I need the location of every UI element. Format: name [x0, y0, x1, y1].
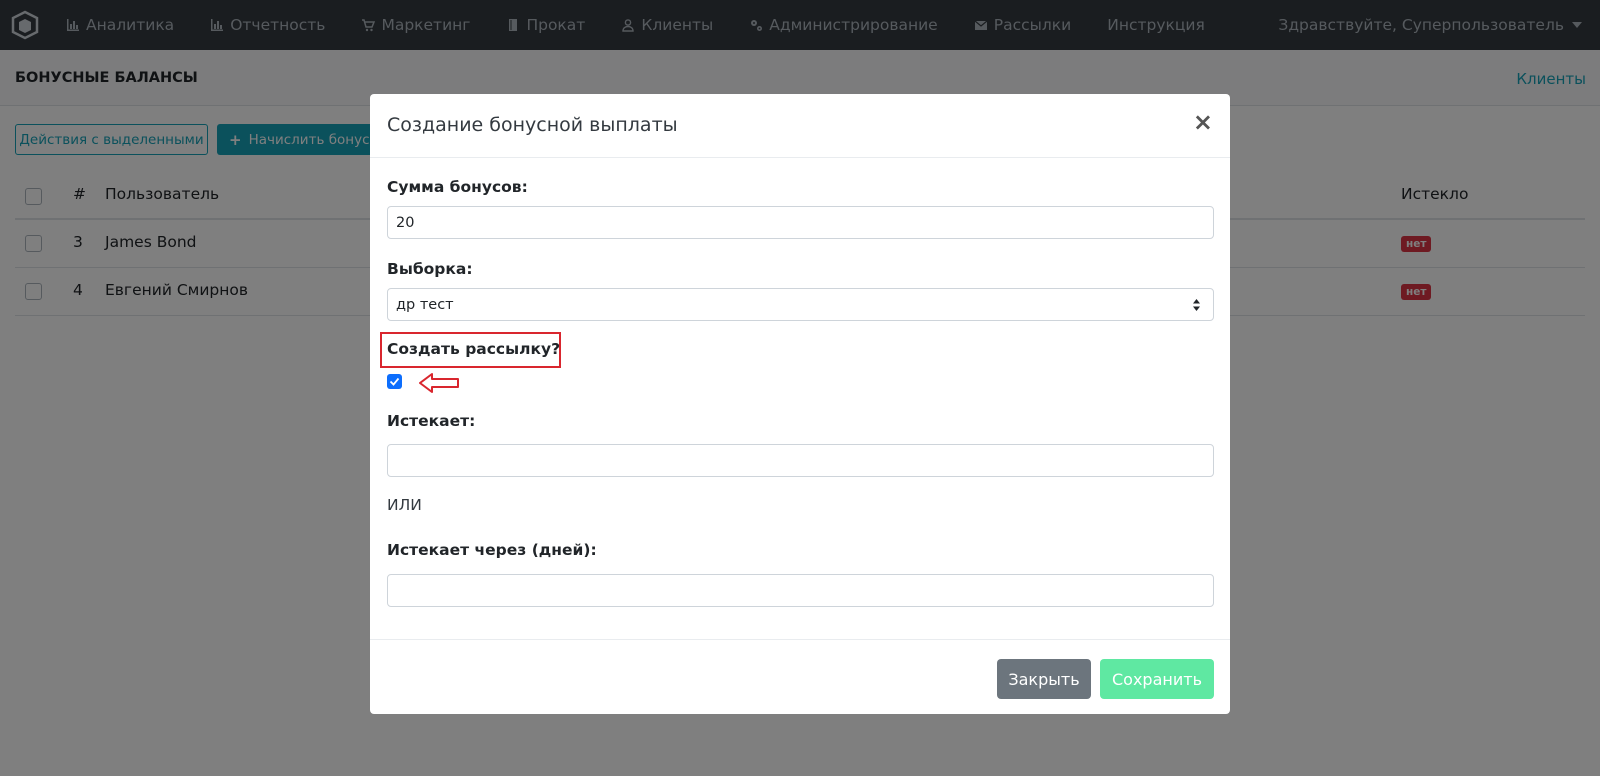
- expires-label: Истекает:: [387, 412, 476, 430]
- amount-value: 20: [396, 214, 415, 231]
- save-button[interactable]: Сохранить: [1100, 659, 1214, 699]
- create-mailing-checkbox[interactable]: [387, 374, 402, 389]
- modal-footer: Закрыть Сохранить: [370, 639, 1230, 714]
- create-bonus-modal: Создание бонусной выплаты × Сумма бонусо…: [370, 94, 1230, 714]
- expires-input[interactable]: [387, 444, 1214, 477]
- close-button[interactable]: Закрыть: [997, 659, 1091, 699]
- arrow-annotation-icon: [419, 373, 459, 393]
- expires-days-label: Истекает через (дней):: [387, 541, 597, 559]
- selection-value: др тест: [396, 296, 454, 313]
- create-mailing-label: Создать рассылку?: [387, 340, 561, 358]
- checkmark-icon: [389, 377, 400, 386]
- modal-header: Создание бонусной выплаты ×: [370, 94, 1230, 158]
- amount-input[interactable]: 20: [387, 206, 1214, 239]
- amount-label: Сумма бонусов:: [387, 178, 528, 196]
- selection-select[interactable]: др тест: [387, 288, 1214, 321]
- close-icon[interactable]: ×: [1193, 108, 1213, 136]
- selection-label: Выборка:: [387, 260, 473, 278]
- modal-title: Создание бонусной выплаты: [387, 114, 678, 136]
- select-arrows-icon: [1193, 299, 1200, 311]
- expires-days-input[interactable]: [387, 574, 1214, 607]
- or-separator: ИЛИ: [387, 496, 422, 514]
